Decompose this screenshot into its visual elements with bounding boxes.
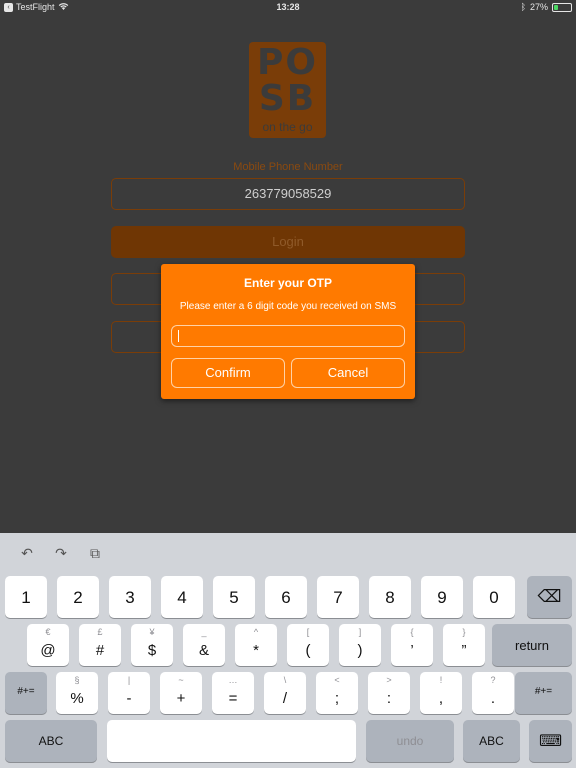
backspace-icon: ⌫ xyxy=(537,587,562,606)
symbol-key[interactable]: [( xyxy=(287,624,329,666)
confirm-button[interactable]: Confirm xyxy=(171,358,285,388)
otp-dialog-message: Please enter a 6 digit code you received… xyxy=(179,301,397,312)
hide-keyboard-key[interactable]: ⌨ xyxy=(529,720,572,762)
otp-dialog: Enter your OTP Please enter a 6 digit co… xyxy=(161,264,415,399)
symbol-key[interactable]: ?. xyxy=(472,672,514,714)
text-cursor xyxy=(178,330,179,342)
backspace-key[interactable]: ⌫ xyxy=(527,576,572,618)
battery-icon xyxy=(552,2,572,12)
symbol-key[interactable]: ]) xyxy=(339,624,381,666)
redo-arrow-icon[interactable]: ↷ xyxy=(52,545,70,561)
status-time: 13:28 xyxy=(276,2,300,12)
symbol-key[interactable]: £ # xyxy=(79,624,121,666)
symbol-key[interactable]: | - xyxy=(108,672,150,714)
symbol-key[interactable]: \ / xyxy=(264,672,306,714)
keyboard: ↶ ↷ ⧉ 1234567890 ⌫ € @ £ # ¥ $ _ & ^ *[(]){’}” re… xyxy=(0,533,576,768)
otp-input[interactable] xyxy=(171,325,405,347)
logo-tagline: on the go xyxy=(262,120,313,134)
symbol-key[interactable]: {’ xyxy=(391,624,433,666)
status-bar: ‹ TestFlight 13:28 ᛒ 27% xyxy=(0,0,576,16)
symbol-key[interactable]: ^ * xyxy=(235,624,277,666)
number-key[interactable]: 5 xyxy=(213,576,255,618)
symbol-key[interactable]: >: xyxy=(368,672,410,714)
symbol-key[interactable]: }” xyxy=(443,624,485,666)
symbol-key[interactable]: _ & xyxy=(183,624,225,666)
phone-label: Mobile Phone Number xyxy=(233,161,343,173)
space-key[interactable] xyxy=(107,720,356,762)
symbol-key[interactable]: !, xyxy=(420,672,462,714)
otp-dialog-title: Enter your OTP xyxy=(243,276,332,290)
posb-logo: PO SB on the go xyxy=(249,42,326,138)
number-key[interactable]: 7 xyxy=(317,576,359,618)
number-key[interactable]: 6 xyxy=(265,576,307,618)
phone-number-field[interactable]: 263779058529 xyxy=(111,178,465,210)
abc-key-left[interactable]: ABC xyxy=(5,720,97,762)
symbol-key[interactable]: ¥ $ xyxy=(131,624,173,666)
shift-symbols-key-left[interactable]: #+= xyxy=(5,672,47,714)
symbol-key[interactable]: §% xyxy=(56,672,98,714)
status-right: ᛒ 27% xyxy=(521,2,572,12)
number-key[interactable]: 4 xyxy=(161,576,203,618)
undo-key[interactable]: undo xyxy=(366,720,454,762)
bluetooth-icon: ᛒ xyxy=(520,2,526,12)
number-key[interactable]: 9 xyxy=(421,576,463,618)
abc-key-right[interactable]: ABC xyxy=(463,720,520,762)
login-button[interactable]: Login xyxy=(111,226,465,258)
number-key[interactable]: 8 xyxy=(369,576,411,618)
symbol-key[interactable]: € @ xyxy=(27,624,69,666)
number-key[interactable]: 0 xyxy=(473,576,515,618)
symbol-key[interactable]: … = xyxy=(212,672,254,714)
shift-symbols-key-right[interactable]: #+= xyxy=(515,672,572,714)
symbol-key[interactable]: <; xyxy=(316,672,358,714)
number-key[interactable]: 3 xyxy=(109,576,151,618)
keyboard-hide-icon: ⌨ xyxy=(538,733,563,750)
logo-letters: PO SB xyxy=(257,42,318,119)
number-key[interactable]: 1 xyxy=(5,576,47,618)
symbol-key[interactable]: ~ + xyxy=(160,672,202,714)
undo-arrow-icon[interactable]: ↶ xyxy=(18,545,36,561)
cancel-button[interactable]: Cancel xyxy=(291,358,405,388)
paste-icon[interactable]: ⧉ xyxy=(86,545,104,561)
battery-percent: 27% xyxy=(529,2,548,12)
number-key[interactable]: 2 xyxy=(57,576,99,618)
return-key[interactable]: return xyxy=(492,624,572,666)
